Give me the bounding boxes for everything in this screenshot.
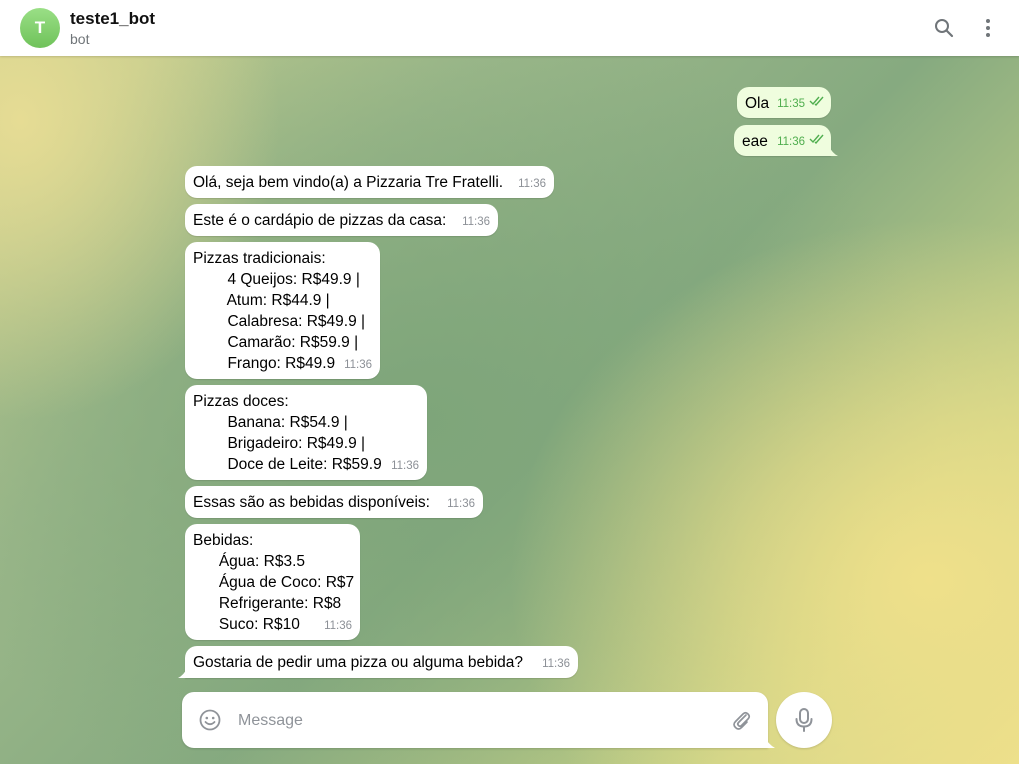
message-text: Doce de Leite: R$59.9: [193, 456, 382, 473]
message-text: Refrigerante: R$8: [193, 595, 342, 612]
composer-tail: [764, 736, 775, 748]
message-text: Pizzas tradicionais:: [193, 250, 326, 267]
message-time: 11:36: [324, 620, 352, 632]
chat-title: teste1_bot: [70, 8, 156, 28]
message-time: 11:36: [447, 498, 475, 510]
message-text: Camarão: R$59.9 |: [193, 334, 359, 351]
message-text: Bebidas:: [193, 532, 254, 549]
message-text: Olá, seja bem vindo(a) a Pizzaria Tre Fr…: [193, 174, 504, 191]
message-text: Brigadeiro: R$49.9 |: [193, 435, 366, 452]
message-incoming[interactable]: Bebidas: Água: R$3.5 Água de Coco: R$7 R…: [185, 524, 360, 640]
message-incoming[interactable]: Essas são as bebidas disponíveis: 11:36: [185, 486, 483, 518]
message-time: 11:36: [462, 216, 490, 228]
emoji-icon[interactable]: [198, 708, 222, 737]
message-text: Água: R$3.5: [193, 553, 306, 570]
message-time: 11:36: [344, 359, 372, 371]
message-incoming[interactable]: Pizzas tradicionais: 4 Queijos: R$49.9 |…: [185, 242, 380, 379]
avatar[interactable]: T: [20, 8, 60, 48]
message-text: 4 Queijos: R$49.9 |: [193, 271, 360, 288]
message-text: Essas são as bebidas disponíveis:: [193, 494, 430, 511]
chat-subtitle: bot: [70, 30, 90, 47]
paperclip-icon[interactable]: [729, 708, 753, 737]
chat-info[interactable]: teste1_bot bot: [70, 9, 155, 48]
message-text: Banana: R$54.9 |: [193, 414, 348, 431]
message-time: 11:36: [777, 136, 805, 148]
bubble-tail-out: [829, 146, 838, 156]
read-ticks-icon: [809, 91, 825, 112]
message-time: 11:36: [518, 178, 546, 190]
message-outgoing[interactable]: eae 11:36: [734, 125, 831, 156]
chat-header: T teste1_bot bot: [0, 0, 1019, 56]
message-text: Pizzas doces:: [193, 393, 289, 410]
message-text: Gostaria de pedir uma pizza ou alguma be…: [193, 654, 524, 671]
message-input[interactable]: [236, 708, 710, 734]
message-text: Água de Coco: R$7: [193, 574, 355, 591]
message-time: 11:36: [391, 460, 419, 472]
microphone-icon: [795, 708, 813, 732]
bubble-tail-in: [178, 668, 187, 678]
message-text: Atum: R$44.9 |: [193, 292, 330, 309]
message-incoming[interactable]: Pizzas doces: Banana: R$54.9 | Brigadeir…: [185, 385, 427, 480]
message-text: Calabresa: R$49.9 |: [193, 313, 366, 330]
microphone-button[interactable]: [776, 692, 832, 748]
message-outgoing[interactable]: Ola 11:35: [737, 87, 831, 118]
message-incoming[interactable]: Gostaria de pedir uma pizza ou alguma be…: [185, 646, 578, 678]
search-icon[interactable]: [933, 17, 955, 39]
message-incoming[interactable]: Olá, seja bem vindo(a) a Pizzaria Tre Fr…: [185, 166, 554, 198]
read-ticks-icon: [809, 129, 825, 150]
message-time: 11:35: [777, 98, 805, 110]
message-incoming[interactable]: Este é o cardápio de pizzas da casa: 11:…: [185, 204, 498, 236]
message-composer: [182, 692, 768, 748]
message-text: Este é o cardápio de pizzas da casa:: [193, 212, 447, 229]
message-time: 11:36: [542, 658, 570, 670]
more-options-icon[interactable]: [977, 17, 999, 39]
